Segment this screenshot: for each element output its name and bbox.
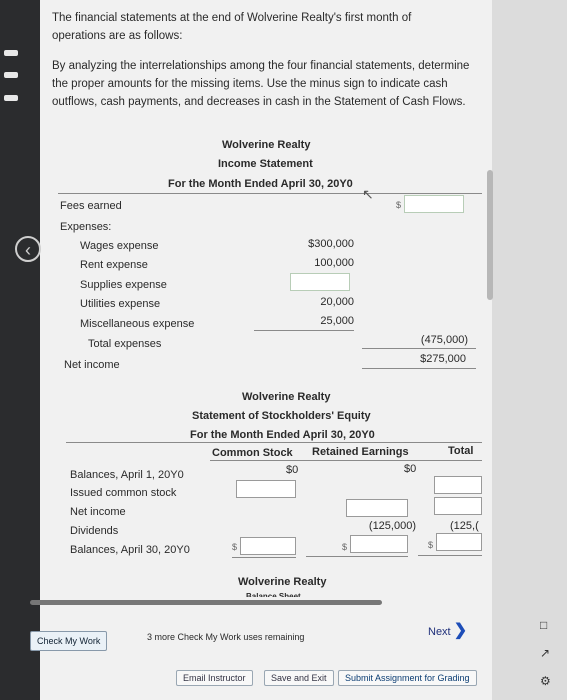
expense-value: 100,000	[314, 257, 354, 269]
expense-label: Supplies expense	[80, 279, 167, 291]
total-expenses-label: Total expenses	[88, 338, 162, 350]
currency-symbol: $	[342, 542, 348, 552]
equity-title: Statement of Stockholders' Equity	[192, 410, 371, 422]
right-gutter	[492, 0, 567, 700]
remaining-uses-text: 3 more Check My Work uses remaining	[147, 632, 305, 642]
net-income-retained-input[interactable]	[346, 499, 408, 517]
divider	[210, 460, 482, 461]
next-button[interactable]: Next ❯	[428, 620, 467, 640]
horizontal-scrollbar[interactable]	[30, 600, 382, 605]
sidebar-marker	[4, 50, 18, 56]
balance-title: Balance Sheet	[246, 592, 301, 597]
instructions-text: By analyzing the interrelationships amon…	[52, 60, 470, 108]
cursor-icon: ↖	[362, 186, 374, 202]
expense-label: Utilities expense	[80, 298, 161, 310]
fees-earned-label: Fees earned	[60, 200, 122, 212]
net-income-value: $275,000	[420, 353, 466, 365]
submit-button[interactable]: Submit Assignment for Grading	[338, 670, 477, 686]
divider	[362, 348, 476, 349]
row-label: Issued common stock	[70, 487, 177, 499]
ending-retained-input[interactable]	[350, 535, 408, 553]
check-my-work-button[interactable]: Check My Work	[30, 631, 108, 651]
start-retained-value: $0	[404, 463, 417, 475]
income-title: Income Statement	[218, 158, 313, 170]
save-exit-button[interactable]: Save and Exit	[264, 670, 334, 686]
dividends-total-value: (125,(	[450, 520, 479, 532]
dividends-retained-value: (125,000)	[368, 520, 416, 532]
settings-icon[interactable]: ⚙	[540, 674, 551, 688]
divider	[66, 442, 482, 443]
sidebar-marker	[4, 72, 18, 78]
intro-text: The financial statements at the end of W…	[52, 12, 412, 42]
divider	[306, 556, 408, 557]
next-chevron-icon: ❯	[453, 622, 468, 639]
net-income-label: Net income	[64, 359, 120, 371]
divider	[254, 330, 354, 331]
row-label: Dividends	[70, 525, 119, 537]
next-label: Next	[428, 626, 451, 638]
equity-period: For the Month Ended April 30, 20Y0	[190, 429, 375, 441]
total-expenses-value: (475,000)	[420, 334, 468, 346]
start-common-value: $0	[286, 464, 299, 476]
income-period: For the Month Ended April 30, 20Y0	[168, 178, 353, 190]
income-company: Wolverine Realty	[222, 139, 311, 151]
divider	[232, 557, 296, 558]
currency-symbol: $	[396, 200, 402, 210]
expense-value: 20,000	[320, 296, 354, 308]
net-income-total-input[interactable]	[434, 497, 482, 515]
balance-company: Wolverine Realty	[238, 576, 327, 588]
issued-total-input[interactable]	[434, 476, 482, 494]
currency-symbol: $	[232, 542, 238, 552]
divider	[418, 555, 482, 556]
ending-common-input[interactable]	[240, 537, 296, 555]
fees-earned-input[interactable]	[404, 195, 464, 213]
column-header-common: Common Stock	[212, 447, 293, 459]
expense-label: Rent expense	[80, 259, 148, 271]
back-chevron-icon[interactable]: ‹	[15, 236, 41, 262]
expense-value: $300,000	[308, 238, 354, 250]
left-sidebar	[0, 0, 40, 700]
expense-label: Miscellaneous expense	[80, 318, 195, 330]
expenses-label: Expenses:	[60, 221, 112, 233]
equity-company: Wolverine Realty	[242, 391, 331, 403]
email-instructor-button[interactable]: Email Instructor	[176, 670, 253, 686]
divider	[58, 193, 482, 194]
column-header-total: Total	[448, 445, 474, 457]
row-label: Balances, April 1, 20Y0	[70, 469, 184, 481]
expand-icon[interactable]: □	[540, 618, 547, 632]
ending-total-input[interactable]	[436, 533, 482, 551]
vertical-scrollbar[interactable]	[487, 170, 493, 300]
row-label: Net income	[70, 506, 126, 518]
row-label: Balances, April 30, 20Y0	[70, 544, 190, 556]
divider	[362, 368, 476, 369]
external-link-icon[interactable]: ↗	[540, 646, 550, 660]
supplies-expense-input[interactable]	[290, 273, 350, 291]
column-header-retained: Retained Earnings	[312, 446, 409, 458]
expense-value: 25,000	[320, 315, 354, 327]
sidebar-marker	[4, 95, 18, 101]
issued-common-input[interactable]	[236, 480, 296, 498]
expense-label: Wages expense	[80, 240, 159, 252]
currency-symbol: $	[428, 540, 434, 550]
